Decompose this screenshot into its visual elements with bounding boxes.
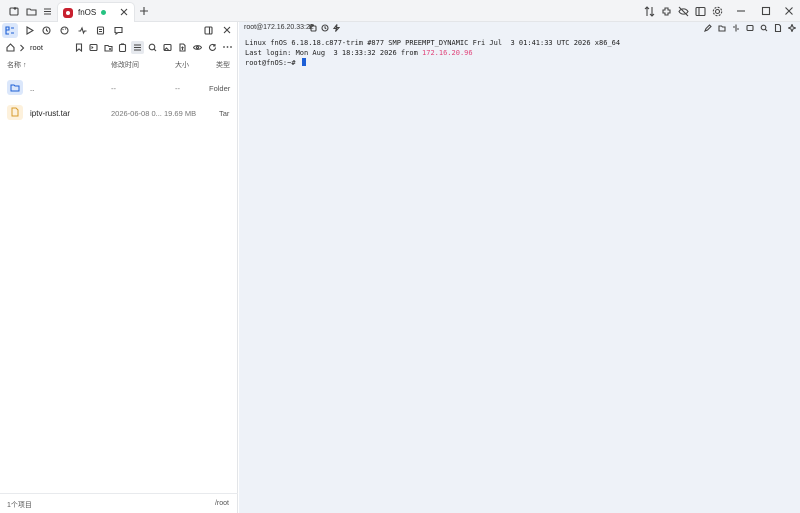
- close-window-icon[interactable]: [782, 4, 796, 18]
- last-login-text: Last login: Mon Aug 3 18:33:32 2026 from: [245, 48, 423, 57]
- terminal-header: root@172.16.20.33:22: [239, 22, 800, 35]
- connected-status-dot: [101, 10, 107, 15]
- title-bar: fnOS: [0, 0, 800, 22]
- run-icon[interactable]: [25, 26, 34, 35]
- terminal-panel: root@172.16.20.33:22 Linux fnOS 6.18.18.…: [239, 22, 800, 513]
- file-size: 19.69 MB: [164, 109, 197, 118]
- login-ip: 172.16.20.96: [422, 48, 473, 57]
- tab-label: fnOS: [78, 8, 97, 17]
- list-view-icon: [134, 44, 141, 51]
- maximize-icon[interactable]: [759, 4, 773, 18]
- item-count: 1个项目: [7, 502, 32, 509]
- file-type: Tar: [219, 109, 230, 118]
- file-size: --: [175, 84, 180, 93]
- file-name: ..: [30, 84, 35, 93]
- eye-icon[interactable]: [193, 43, 202, 52]
- file-tree-button[interactable]: [2, 23, 18, 38]
- file-type: Folder: [209, 84, 231, 93]
- close-panel-icon[interactable]: [223, 26, 231, 34]
- split-icon[interactable]: [732, 24, 740, 32]
- clock-icon[interactable]: [321, 24, 329, 32]
- split-panel-icon[interactable]: [204, 26, 213, 35]
- file-row[interactable]: .. -- -- Folder: [0, 77, 238, 99]
- hide-icon[interactable]: [676, 4, 690, 18]
- current-path: /root: [214, 500, 229, 507]
- image-view-icon[interactable]: [163, 43, 172, 52]
- file-modified: --: [111, 84, 116, 93]
- file-tree-icon: [5, 25, 14, 35]
- lightning-icon[interactable]: [333, 24, 340, 32]
- terminal-output[interactable]: Linux fnOS 6.18.18.c877-trim #877 SMP PR…: [245, 39, 795, 69]
- column-name[interactable]: 名称 ↑: [7, 60, 26, 70]
- fnos-logo-icon: [63, 7, 73, 18]
- extensions-icon[interactable]: [659, 4, 673, 18]
- home-icon[interactable]: [6, 43, 15, 52]
- terminal-line: Linux fnOS 6.18.18.c877-trim #877 SMP PR…: [245, 39, 621, 47]
- folder-icon: [7, 80, 23, 95]
- path-bar: root: [0, 40, 238, 55]
- column-header: 名称 ↑ 修改时间 大小 类型: [0, 57, 238, 71]
- bookmark-icon[interactable]: [75, 43, 83, 52]
- file-name: iptv-rust.tar: [30, 109, 71, 118]
- clipboard-icon[interactable]: [118, 43, 127, 52]
- file-panel: root 名称 ↑ 修改时间 大小 类型 .. -- -- Folder ipt…: [0, 22, 238, 513]
- chevron-right-icon: [20, 44, 25, 52]
- file-row[interactable]: iptv-rust.tar 2026-06-08 0... 19.69 MB T…: [0, 102, 238, 124]
- open-folder-icon[interactable]: [718, 24, 726, 32]
- column-type[interactable]: 类型: [216, 60, 230, 70]
- notes-icon[interactable]: [96, 26, 105, 35]
- transfer-icon[interactable]: [642, 4, 656, 18]
- host-label: root@172.16.20.33:22: [244, 24, 314, 31]
- terminal-here-icon[interactable]: [89, 43, 98, 52]
- sidebar-toggle-icon[interactable]: [693, 4, 707, 18]
- window-icon[interactable]: [746, 24, 754, 32]
- upload-icon[interactable]: [178, 43, 187, 52]
- close-tab-icon[interactable]: [120, 8, 128, 16]
- palette-icon[interactable]: [60, 26, 69, 35]
- menu-icon[interactable]: [40, 4, 54, 18]
- archive-file-icon: [7, 105, 23, 120]
- search-icon[interactable]: [148, 43, 157, 52]
- list-view-button[interactable]: [131, 41, 144, 54]
- file-modified: 2026-06-08 0...: [111, 109, 162, 118]
- new-folder-icon[interactable]: [104, 43, 113, 52]
- chat-icon[interactable]: [114, 26, 123, 35]
- breadcrumb-root[interactable]: root: [30, 43, 43, 52]
- terminal-prompt-line: root@fnOS:~#: [245, 58, 795, 69]
- settings-gear-icon[interactable]: [710, 4, 724, 18]
- folder-icon[interactable]: [24, 4, 38, 18]
- history-icon[interactable]: [42, 26, 51, 35]
- add-tab-icon[interactable]: [137, 4, 151, 18]
- new-connection-icon[interactable]: [7, 4, 21, 18]
- refresh-icon[interactable]: [208, 43, 217, 52]
- edit-icon[interactable]: [704, 24, 712, 32]
- document-icon[interactable]: [774, 24, 782, 32]
- tab-fnos[interactable]: fnOS: [57, 2, 135, 22]
- terminal-line: Last login: Mon Aug 3 18:33:32 2026 from…: [245, 49, 795, 59]
- minimize-icon[interactable]: [734, 4, 748, 18]
- terminal-search-icon[interactable]: [760, 24, 768, 32]
- status-bar: 1个项目 /root: [0, 493, 238, 513]
- activity-icon[interactable]: [78, 26, 87, 35]
- copy-icon[interactable]: [309, 24, 317, 32]
- ai-sparkle-icon[interactable]: [788, 24, 796, 32]
- more-options-icon[interactable]: [223, 45, 232, 49]
- prompt: root@fnOS:~#: [245, 59, 300, 68]
- column-modified[interactable]: 修改时间: [111, 60, 139, 70]
- terminal-cursor: [301, 58, 306, 67]
- panel-toolbar: [0, 22, 238, 39]
- column-size[interactable]: 大小: [175, 60, 189, 70]
